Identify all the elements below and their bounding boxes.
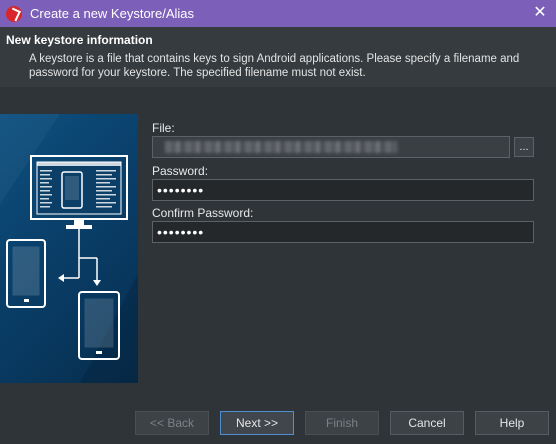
browse-button[interactable]: ... <box>514 137 534 157</box>
confirm-password-value: •••••••• <box>157 224 205 240</box>
page-title: New keystore information <box>6 33 153 47</box>
page-description: A keystore is a file that contains keys … <box>29 53 520 79</box>
back-button[interactable]: << Back <box>135 411 209 435</box>
banner-illustration <box>0 114 138 383</box>
file-path-input[interactable] <box>152 136 510 158</box>
password-label: Password: <box>152 164 209 178</box>
close-icon[interactable]: ✕ <box>530 3 550 23</box>
finish-button[interactable]: Finish <box>305 411 379 435</box>
app-logo-icon <box>6 5 22 22</box>
wizard-header: New keystore information A keystore is a… <box>0 27 556 87</box>
help-button[interactable]: Help <box>475 411 549 435</box>
password-input[interactable]: •••••••• <box>152 179 534 201</box>
android-devices-illustration <box>0 114 138 383</box>
password-value: •••••••• <box>157 182 205 198</box>
window-title: Create a new Keystore/Alias <box>30 6 195 21</box>
redacted-file-path <box>165 141 397 153</box>
file-label: File: <box>152 121 175 135</box>
title-bar: Create a new Keystore/Alias ✕ <box>0 0 556 27</box>
confirm-password-label: Confirm Password: <box>152 206 254 220</box>
confirm-password-input[interactable]: •••••••• <box>152 221 534 243</box>
next-button[interactable]: Next >> <box>220 411 294 435</box>
cancel-button[interactable]: Cancel <box>390 411 464 435</box>
